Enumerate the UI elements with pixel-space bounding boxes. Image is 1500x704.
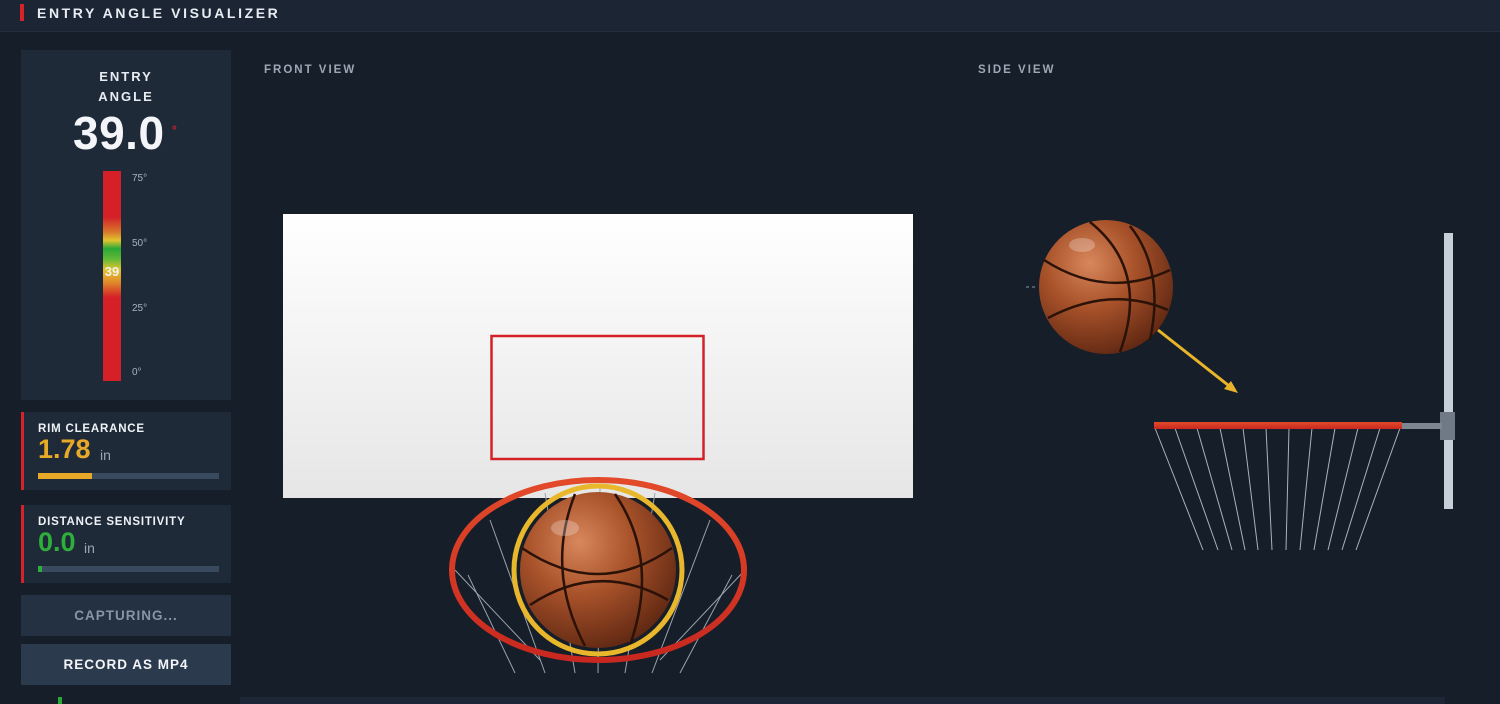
distance-sensitivity-card: DISTANCE SENSITIVITY 0.0 in xyxy=(21,505,231,583)
side-rim-arm xyxy=(1398,423,1442,429)
rim-clearance-value: 1.78 xyxy=(38,434,91,464)
entry-angle-label-line1: ENTRY xyxy=(99,69,153,84)
distance-sensitivity-value: 0.0 xyxy=(38,527,76,557)
capturing-button[interactable]: CAPTURING... xyxy=(21,595,231,636)
header-accent xyxy=(20,4,24,21)
rim-clearance-fill xyxy=(38,473,93,479)
rim-clearance-unit: in xyxy=(100,447,111,463)
distance-sensitivity-track xyxy=(38,566,219,572)
side-view xyxy=(1026,220,1455,551)
timeline-strip xyxy=(240,697,1445,704)
side-ball xyxy=(1039,220,1173,354)
trajectory-arrow xyxy=(1157,328,1238,393)
angle-gauge-marker: 39 xyxy=(104,263,120,279)
timeline-marker xyxy=(58,697,62,704)
app-title: ENTRY ANGLE VISUALIZER xyxy=(37,5,281,21)
entry-angle-unit: ° xyxy=(172,123,177,137)
front-ball xyxy=(511,483,685,657)
entry-angle-panel: ENTRY ANGLE 39.0 ° 39 75° 50° 25° 0° xyxy=(21,50,231,400)
gauge-tick-75: 75° xyxy=(132,173,148,184)
side-rim xyxy=(1154,422,1402,429)
side-net xyxy=(1154,427,1401,551)
side-bracket xyxy=(1440,412,1455,440)
front-view-label: FRONT VIEW xyxy=(264,64,357,76)
side-backboard xyxy=(1444,233,1453,509)
gauge-tick-0: 0° xyxy=(132,367,142,378)
distance-sensitivity-unit: in xyxy=(84,540,95,556)
gauge-tick-50: 50° xyxy=(132,238,148,249)
gauge-tick-25: 25° xyxy=(132,303,148,314)
record-mp4-button[interactable]: RECORD AS MP4 xyxy=(21,644,231,685)
side-view-label: SIDE VIEW xyxy=(978,64,1056,76)
rim-clearance-track xyxy=(38,473,219,479)
front-view xyxy=(283,214,913,674)
entry-angle-value: 39.0 xyxy=(73,107,165,159)
backboard xyxy=(283,214,913,498)
entry-angle-label-line2: ANGLE xyxy=(98,89,154,104)
distance-sensitivity-fill xyxy=(38,566,42,572)
app-header: ENTRY ANGLE VISUALIZER xyxy=(0,0,1500,32)
entry-angle-label: ENTRY ANGLE xyxy=(21,67,231,107)
rim-clearance-card: RIM CLEARANCE 1.78 in xyxy=(21,412,231,490)
